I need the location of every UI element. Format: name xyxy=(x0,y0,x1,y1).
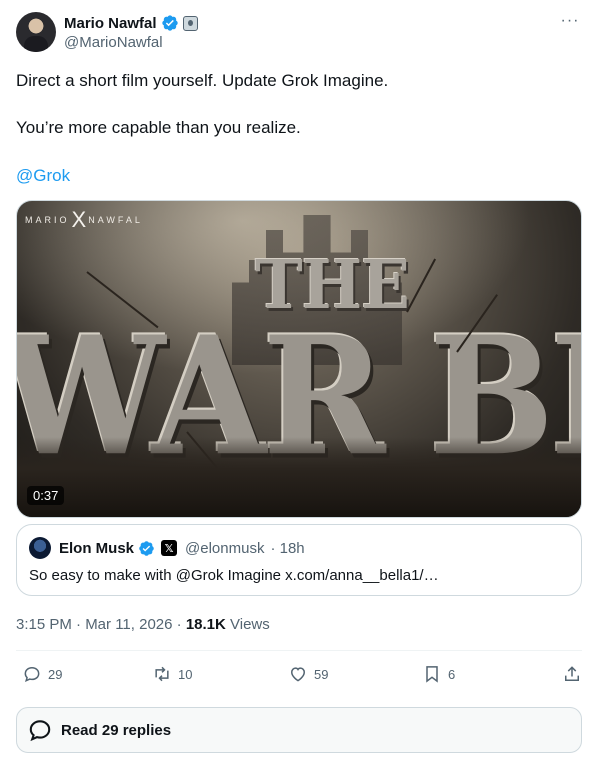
author-avatar[interactable] xyxy=(16,12,56,52)
verified-badge-icon xyxy=(161,15,178,31)
tweet-text-line1: Direct a short film yourself. Update Gro… xyxy=(16,71,389,90)
mention-link[interactable]: @Grok xyxy=(16,166,70,186)
tweet-timestamp[interactable]: 3:15 PM · Mar 11, 2026 · xyxy=(16,616,182,633)
reply-button[interactable]: 29 xyxy=(22,664,62,684)
video-ground xyxy=(17,437,581,517)
read-replies-label: Read 29 replies xyxy=(61,721,172,739)
watermark-right-text: NAWFAL xyxy=(88,215,143,225)
quoted-tweet[interactable]: Elon Musk 𝕏 @elonmusk · 18h So easy to m… xyxy=(16,524,582,596)
read-replies-button[interactable]: Read 29 replies xyxy=(16,707,582,753)
repost-button[interactable]: 10 xyxy=(152,664,192,684)
video-player[interactable]: THE WAR BEAST MARIO X NAWFAL 0:37 xyxy=(16,200,582,518)
watermark-left-text: MARIO xyxy=(25,215,70,225)
share-button[interactable] xyxy=(562,664,582,684)
author-display-name[interactable]: Mario Nawfal xyxy=(64,15,157,32)
quoted-tweet-header: Elon Musk 𝕏 @elonmusk · 18h xyxy=(29,537,305,559)
repost-count: 10 xyxy=(178,666,193,682)
video-watermark: MARIO X NAWFAL xyxy=(25,207,143,232)
bookmark-icon xyxy=(426,666,438,683)
tweet-text-line2: You’re more capable than you realize. xyxy=(16,118,301,137)
tweet-header: Mario Nawfal @MarioNawfal ··· xyxy=(16,12,582,54)
divider xyxy=(16,650,582,651)
repost-icon xyxy=(155,666,169,682)
reply-icon xyxy=(24,666,40,682)
share-icon xyxy=(565,666,579,681)
bookmark-count: 6 xyxy=(448,666,456,682)
bookmark-button[interactable]: 6 xyxy=(422,664,455,684)
reply-count: 29 xyxy=(48,666,63,682)
like-button[interactable]: 59 xyxy=(288,664,328,684)
quoted-tweet-text: So easy to make with @Grok Imagine x.com… xyxy=(29,567,439,584)
video-duration-badge: 0:37 xyxy=(27,486,65,505)
action-bar: 29 10 59 6 xyxy=(16,664,582,690)
like-count: 59 xyxy=(314,666,329,682)
tweet-meta: 3:15 PM · Mar 11, 2026 · 18.1K Views xyxy=(16,616,270,633)
more-options-icon[interactable]: ··· xyxy=(558,12,582,32)
affiliate-badge-icon[interactable] xyxy=(182,15,198,31)
quoted-author-name: Elon Musk xyxy=(59,539,135,557)
author-handle[interactable]: @MarioNawfal xyxy=(64,34,163,51)
views-count: 18.1K xyxy=(185,616,226,633)
views-label: Views xyxy=(230,616,270,633)
quoted-tweet-time: · 18h xyxy=(270,539,305,557)
speech-bubble-icon xyxy=(29,720,51,742)
x-affiliate-icon: 𝕏 xyxy=(161,540,178,556)
quoted-author-avatar xyxy=(29,537,51,559)
verified-badge-icon xyxy=(139,540,154,556)
heart-icon xyxy=(290,667,306,682)
quoted-author-handle: @elonmusk xyxy=(185,539,265,557)
watermark-x-logo: X xyxy=(71,207,87,232)
author-name-row: Mario Nawfal xyxy=(64,14,198,32)
